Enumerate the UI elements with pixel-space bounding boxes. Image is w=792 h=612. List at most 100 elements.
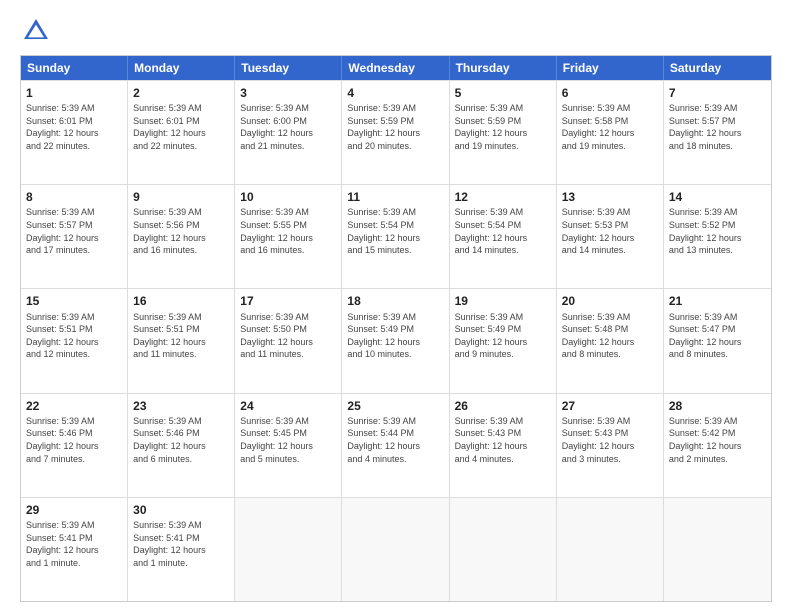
table-row: 18 Sunrise: 5:39 AMSunset: 5:49 PMDayligh… — [342, 289, 449, 392]
day-info: Sunrise: 5:39 AMSunset: 5:49 PMDaylight:… — [455, 311, 551, 361]
day-number: 3 — [240, 85, 336, 101]
day-info: Sunrise: 5:39 AMSunset: 5:42 PMDaylight:… — [669, 415, 766, 465]
day-number: 17 — [240, 293, 336, 309]
day-number: 22 — [26, 398, 122, 414]
calendar-row: 8Sunrise: 5:39 AMSunset: 5:57 PMDaylight… — [21, 184, 771, 288]
table-row: 21Sunrise: 5:39 AMSunset: 5:47 PMDayligh… — [664, 289, 771, 392]
logo — [20, 15, 56, 47]
day-number: 18 — [347, 293, 443, 309]
day-info: Sunrise: 5:39 AMSunset: 5:48 PMDaylight:… — [562, 311, 658, 361]
day-info: Sunrise: 5:39 AMSunset: 5:58 PMDaylight:… — [562, 102, 658, 152]
table-row: 30Sunrise: 5:39 AMSunset: 5:41 PMDayligh… — [128, 498, 235, 601]
table-row: 24Sunrise: 5:39 AMSunset: 5:45 PMDayligh… — [235, 394, 342, 497]
day-info: Sunrise: 5:39 AMSunset: 5:41 PMDaylight:… — [133, 519, 229, 569]
table-row: 6Sunrise: 5:39 AMSunset: 5:58 PMDaylight… — [557, 81, 664, 184]
table-row: 20Sunrise: 5:39 AMSunset: 5:48 PMDayligh… — [557, 289, 664, 392]
day-number: 12 — [455, 189, 551, 205]
day-number: 13 — [562, 189, 658, 205]
header-day-monday: Monday — [128, 56, 235, 80]
day-info: Sunrise: 5:39 AMSunset: 5:57 PMDaylight:… — [669, 102, 766, 152]
day-number: 25 — [347, 398, 443, 414]
table-row: 5Sunrise: 5:39 AMSunset: 5:59 PMDaylight… — [450, 81, 557, 184]
calendar-body: 1Sunrise: 5:39 AMSunset: 6:01 PMDaylight… — [21, 80, 771, 601]
day-info: Sunrise: 5:39 AMSunset: 5:51 PMDaylight:… — [26, 311, 122, 361]
calendar-row: 1Sunrise: 5:39 AMSunset: 6:01 PMDaylight… — [21, 80, 771, 184]
table-row: 29Sunrise: 5:39 AMSunset: 5:41 PMDayligh… — [21, 498, 128, 601]
header — [20, 15, 772, 47]
table-row: 4Sunrise: 5:39 AMSunset: 5:59 PMDaylight… — [342, 81, 449, 184]
table-row: 2Sunrise: 5:39 AMSunset: 6:01 PMDaylight… — [128, 81, 235, 184]
header-day-tuesday: Tuesday — [235, 56, 342, 80]
day-info: Sunrise: 5:39 AMSunset: 5:50 PMDaylight:… — [240, 311, 336, 361]
table-row: 23Sunrise: 5:39 AMSunset: 5:46 PMDayligh… — [128, 394, 235, 497]
table-row — [664, 498, 771, 601]
day-info: Sunrise: 5:39 AMSunset: 6:00 PMDaylight:… — [240, 102, 336, 152]
calendar-row: 29Sunrise: 5:39 AMSunset: 5:41 PMDayligh… — [21, 497, 771, 601]
table-row — [235, 498, 342, 601]
day-info: Sunrise: 5:39 AMSunset: 5:46 PMDaylight:… — [133, 415, 229, 465]
day-info: Sunrise: 5:39 AMSunset: 5:54 PMDaylight:… — [455, 206, 551, 256]
day-number: 4 — [347, 85, 443, 101]
day-number: 14 — [669, 189, 766, 205]
table-row — [450, 498, 557, 601]
table-row: 11Sunrise: 5:39 AMSunset: 5:54 PMDayligh… — [342, 185, 449, 288]
day-number: 29 — [26, 502, 122, 518]
day-number: 24 — [240, 398, 336, 414]
header-day-friday: Friday — [557, 56, 664, 80]
table-row: 13Sunrise: 5:39 AMSunset: 5:53 PMDayligh… — [557, 185, 664, 288]
day-number: 1 — [26, 85, 122, 101]
table-row: 9Sunrise: 5:39 AMSunset: 5:56 PMDaylight… — [128, 185, 235, 288]
table-row: 22Sunrise: 5:39 AMSunset: 5:46 PMDayligh… — [21, 394, 128, 497]
logo-icon — [20, 15, 52, 47]
table-row: 3Sunrise: 5:39 AMSunset: 6:00 PMDaylight… — [235, 81, 342, 184]
table-row — [342, 498, 449, 601]
day-info: Sunrise: 5:39 AMSunset: 5:59 PMDaylight:… — [347, 102, 443, 152]
table-row: 26Sunrise: 5:39 AMSunset: 5:43 PMDayligh… — [450, 394, 557, 497]
day-info: Sunrise: 5:39 AMSunset: 6:01 PMDaylight:… — [26, 102, 122, 152]
calendar-row: 22Sunrise: 5:39 AMSunset: 5:46 PMDayligh… — [21, 393, 771, 497]
day-info: Sunrise: 5:39 AMSunset: 5:49 PMDaylight:… — [347, 311, 443, 361]
table-row: 27Sunrise: 5:39 AMSunset: 5:43 PMDayligh… — [557, 394, 664, 497]
table-row: 10Sunrise: 5:39 AMSunset: 5:55 PMDayligh… — [235, 185, 342, 288]
day-info: Sunrise: 5:39 AMSunset: 5:57 PMDaylight:… — [26, 206, 122, 256]
table-row: 17 Sunrise: 5:39 AMSunset: 5:50 PMDayligh… — [235, 289, 342, 392]
table-row: 19Sunrise: 5:39 AMSunset: 5:49 PMDayligh… — [450, 289, 557, 392]
day-number: 26 — [455, 398, 551, 414]
header-day-thursday: Thursday — [450, 56, 557, 80]
day-info: Sunrise: 5:39 AMSunset: 5:55 PMDaylight:… — [240, 206, 336, 256]
day-info: Sunrise: 5:39 AMSunset: 5:51 PMDaylight:… — [133, 311, 229, 361]
day-number: 27 — [562, 398, 658, 414]
day-info: Sunrise: 5:39 AMSunset: 5:41 PMDaylight:… — [26, 519, 122, 569]
day-number: 21 — [669, 293, 766, 309]
day-info: Sunrise: 5:39 AMSunset: 5:43 PMDaylight:… — [455, 415, 551, 465]
table-row — [557, 498, 664, 601]
table-row: 16 Sunrise: 5:39 AMSunset: 5:51 PMDayligh… — [128, 289, 235, 392]
header-day-wednesday: Wednesday — [342, 56, 449, 80]
day-number: 28 — [669, 398, 766, 414]
day-number: 30 — [133, 502, 229, 518]
day-number: 11 — [347, 189, 443, 205]
day-info: Sunrise: 5:39 AMSunset: 5:59 PMDaylight:… — [455, 102, 551, 152]
table-row: 7Sunrise: 5:39 AMSunset: 5:57 PMDaylight… — [664, 81, 771, 184]
day-number: 6 — [562, 85, 658, 101]
table-row: 1Sunrise: 5:39 AMSunset: 6:01 PMDaylight… — [21, 81, 128, 184]
calendar-header: SundayMondayTuesdayWednesdayThursdayFrid… — [21, 56, 771, 80]
day-number: 8 — [26, 189, 122, 205]
day-info: Sunrise: 5:39 AMSunset: 6:01 PMDaylight:… — [133, 102, 229, 152]
page: SundayMondayTuesdayWednesdayThursdayFrid… — [0, 0, 792, 612]
day-info: Sunrise: 5:39 AMSunset: 5:43 PMDaylight:… — [562, 415, 658, 465]
table-row: 28Sunrise: 5:39 AMSunset: 5:42 PMDayligh… — [664, 394, 771, 497]
day-info: Sunrise: 5:39 AMSunset: 5:52 PMDaylight:… — [669, 206, 766, 256]
day-number: 5 — [455, 85, 551, 101]
day-number: 16 — [133, 293, 229, 309]
header-day-sunday: Sunday — [21, 56, 128, 80]
day-info: Sunrise: 5:39 AMSunset: 5:56 PMDaylight:… — [133, 206, 229, 256]
day-number: 2 — [133, 85, 229, 101]
day-info: Sunrise: 5:39 AMSunset: 5:44 PMDaylight:… — [347, 415, 443, 465]
day-number: 7 — [669, 85, 766, 101]
header-day-saturday: Saturday — [664, 56, 771, 80]
table-row: 14Sunrise: 5:39 AMSunset: 5:52 PMDayligh… — [664, 185, 771, 288]
day-info: Sunrise: 5:39 AMSunset: 5:46 PMDaylight:… — [26, 415, 122, 465]
day-number: 23 — [133, 398, 229, 414]
table-row: 25Sunrise: 5:39 AMSunset: 5:44 PMDayligh… — [342, 394, 449, 497]
